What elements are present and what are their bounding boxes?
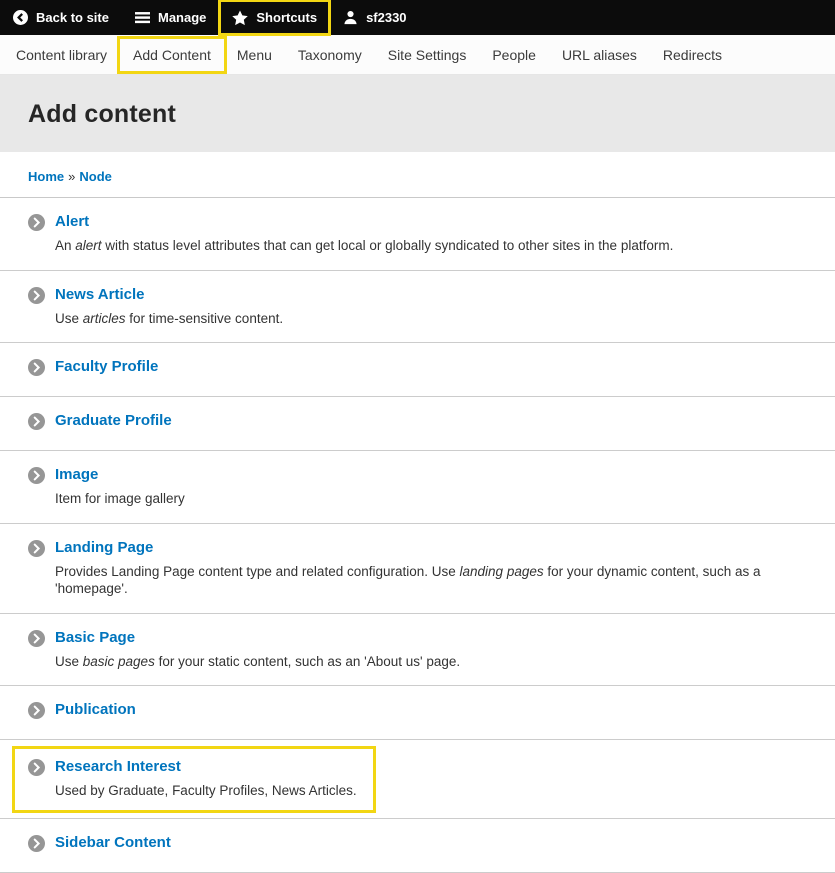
content-type-link-alert[interactable]: Alert: [55, 213, 89, 230]
shortcuts-label: Shortcuts: [256, 10, 317, 25]
content-type-row-image: Image Item for image gallery: [0, 451, 835, 524]
content-type-row-graduate-profile: Graduate Profile: [0, 397, 835, 451]
content-type-item: Landing Page Provides Landing Page conten…: [28, 539, 807, 598]
tab-site-settings[interactable]: Site Settings: [375, 39, 480, 71]
content-type-text: Basic Page Use basic pages for your stati…: [55, 629, 460, 671]
content-type-description: Provides Landing Page content type and r…: [55, 563, 807, 598]
content-type-item: Publication: [28, 701, 136, 719]
chevron-right-circle-icon: [28, 835, 45, 852]
content-type-item: Faculty Profile: [28, 358, 158, 376]
chevron-right-circle-icon: [28, 467, 45, 484]
content-type-link-image[interactable]: Image: [55, 466, 98, 483]
content-type-text: News Article Use articles for time-sensit…: [55, 286, 283, 328]
content-type-row-faculty-profile: Faculty Profile: [0, 343, 835, 397]
content-type-text: Sidebar Content: [55, 834, 171, 852]
tab-redirects[interactable]: Redirects: [650, 39, 735, 71]
page-header: Add content: [0, 75, 835, 152]
star-icon: [232, 10, 248, 26]
page-title: Add content: [28, 100, 807, 129]
chevron-right-circle-icon: [28, 287, 45, 304]
content-type-description: Use articles for time-sensitive content.: [55, 310, 283, 328]
chevron-right-circle-icon: [28, 413, 45, 430]
chevron-right-circle-icon: [28, 630, 45, 647]
chevron-right-circle-icon: [28, 540, 45, 557]
manage-label: Manage: [158, 10, 206, 25]
username-label: sf2330: [366, 10, 406, 25]
chevron-right-circle-icon: [28, 359, 45, 376]
breadcrumb-home-link[interactable]: Home: [28, 169, 64, 184]
tab-url-aliases[interactable]: URL aliases: [549, 39, 650, 71]
admin-toolbar: Back to site Manage Shortcuts sf2330: [0, 0, 835, 35]
content-type-row-research-interest: Research Interest Used by Graduate, Facul…: [0, 740, 835, 819]
content-type-description: Used by Graduate, Faculty Profiles, News…: [55, 782, 357, 800]
circle-arrow-left-icon: [13, 10, 28, 25]
content-type-text: Alert An alert with status level attribut…: [55, 213, 673, 255]
content-type-item: News Article Use articles for time-sensit…: [28, 286, 283, 328]
content-type-text: Publication: [55, 701, 136, 719]
content-type-link-research-interest[interactable]: Research Interest: [55, 758, 181, 775]
content-type-list: Alert An alert with status level attribut…: [0, 198, 835, 873]
content-type-row-landing-page: Landing Page Provides Landing Page conten…: [0, 524, 835, 614]
content-type-link-news-article[interactable]: News Article: [55, 286, 144, 303]
content-type-row-basic-page: Basic Page Use basic pages for your stati…: [0, 614, 835, 687]
tab-menu[interactable]: Menu: [224, 39, 285, 71]
content-type-text: Graduate Profile: [55, 412, 172, 430]
breadcrumb: Home » Node: [0, 152, 835, 198]
shortcuts-toolbar: Content libraryAdd ContentMenuTaxonomySi…: [0, 35, 835, 75]
content-type-row-news-article: News Article Use articles for time-sensit…: [0, 271, 835, 344]
content-type-text: Image Item for image gallery: [55, 466, 185, 508]
content-type-text: Landing Page Provides Landing Page conten…: [55, 539, 807, 598]
tab-add-content[interactable]: Add Content: [120, 39, 224, 71]
content-type-row-alert: Alert An alert with status level attribut…: [0, 198, 835, 271]
breadcrumb-separator: »: [68, 169, 75, 184]
content-type-item: Sidebar Content: [28, 834, 171, 852]
manage-tab[interactable]: Manage: [122, 0, 219, 35]
back-to-site-button[interactable]: Back to site: [0, 0, 122, 35]
content-type-text: Faculty Profile: [55, 358, 158, 376]
back-to-site-label: Back to site: [36, 10, 109, 25]
shortcuts-tab[interactable]: Shortcuts: [219, 0, 330, 35]
person-icon: [343, 10, 358, 25]
content-type-text: Research Interest Used by Graduate, Facul…: [55, 758, 357, 800]
content-type-description: An alert with status level attributes th…: [55, 237, 673, 255]
content-type-item: Basic Page Use basic pages for your stati…: [28, 629, 460, 671]
content-type-item: Alert An alert with status level attribut…: [28, 213, 673, 255]
content-type-link-faculty-profile[interactable]: Faculty Profile: [55, 358, 158, 375]
content-type-item: Graduate Profile: [28, 412, 172, 430]
chevron-right-circle-icon: [28, 759, 45, 776]
hamburger-icon: [135, 10, 150, 25]
chevron-right-circle-icon: [28, 702, 45, 719]
breadcrumb-node-link[interactable]: Node: [79, 169, 112, 184]
content-type-link-graduate-profile[interactable]: Graduate Profile: [55, 412, 172, 429]
content-type-row-publication: Publication: [0, 686, 835, 740]
user-account-tab[interactable]: sf2330: [330, 0, 419, 35]
content-type-description: Item for image gallery: [55, 490, 185, 508]
content-type-link-basic-page[interactable]: Basic Page: [55, 629, 135, 646]
content-type-item: Image Item for image gallery: [28, 466, 185, 508]
content-type-description: Use basic pages for your static content,…: [55, 653, 460, 671]
tab-taxonomy[interactable]: Taxonomy: [285, 39, 375, 71]
annotation-highlight-box: Research Interest Used by Graduate, Facul…: [12, 746, 376, 813]
content-type-row-sidebar-content: Sidebar Content: [0, 819, 835, 873]
content-type-link-sidebar-content[interactable]: Sidebar Content: [55, 834, 171, 851]
content-type-link-landing-page[interactable]: Landing Page: [55, 539, 153, 556]
tab-people[interactable]: People: [479, 39, 549, 71]
content-type-link-publication[interactable]: Publication: [55, 701, 136, 718]
chevron-right-circle-icon: [28, 214, 45, 231]
tab-content-library[interactable]: Content library: [3, 39, 120, 71]
